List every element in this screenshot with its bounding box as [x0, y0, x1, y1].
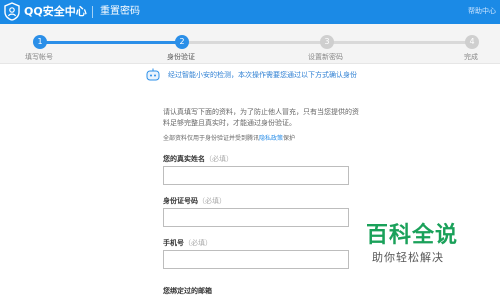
step-track-1	[40, 41, 182, 44]
step-1-circle: 1	[33, 35, 47, 49]
phone-input[interactable]	[163, 250, 349, 269]
watermark-main-text: 百科全说	[366, 223, 459, 248]
header-divider	[92, 6, 93, 18]
privacy-note: 全部资料仅用于身份验证并受到腾讯隐私政策保护	[163, 134, 295, 143]
id-number-input[interactable]	[163, 208, 349, 227]
phone-label-text: 手机号	[163, 239, 184, 247]
step-track-3	[327, 41, 472, 44]
step-4-circle: 4	[465, 35, 479, 49]
email-label: 您绑定过的邮箱	[163, 287, 212, 295]
step-1-label: 填写帐号	[25, 53, 53, 61]
app-title: QQ安全中心	[24, 5, 87, 18]
watermark-sub-text: 助你轻松解决	[372, 251, 444, 264]
watermark: 百科全说 助你轻松解决	[366, 223, 462, 271]
real-name-required-hint: （必填）	[205, 155, 233, 163]
progress-steps: 1 2 3 4 填写帐号 身份验证 设置新密码 完成	[0, 24, 500, 64]
notice-text: 经过智能小安的检测，本次操作需要您通过以下方式确认身份	[168, 71, 357, 79]
id-number-label: 身份证号码（必填）	[163, 196, 226, 206]
privacy-prefix: 全部资料仅用于身份验证并受到腾讯	[163, 135, 260, 142]
shield-logo-icon	[4, 2, 20, 21]
real-name-label: 您的真实姓名（必填）	[163, 154, 233, 164]
real-name-label-text: 您的真实姓名	[163, 155, 205, 163]
id-number-label-text: 身份证号码	[163, 197, 198, 205]
top-header: QQ安全中心 重置密码 帮助中心	[0, 0, 500, 24]
step-2-circle: 2	[175, 35, 189, 49]
phone-required-hint: （必填）	[184, 239, 212, 247]
id-number-required-hint: （必填）	[198, 197, 226, 205]
page-title: 重置密码	[100, 6, 140, 17]
privacy-policy-link[interactable]: 隐私政策	[259, 135, 283, 142]
step-2-label: 身份验证	[167, 53, 195, 61]
help-center-link[interactable]: 帮助中心	[468, 6, 496, 16]
robot-icon	[146, 68, 160, 81]
privacy-suffix: 保护	[283, 135, 296, 142]
form-intro: 请认真填写下面的资料，为了防止他人冒充，只有当您提供的资料足够完整且真实时，才能…	[163, 108, 359, 127]
phone-label: 手机号（必填）	[163, 238, 212, 248]
step-track-2	[182, 41, 327, 44]
step-4-label: 完成	[464, 53, 478, 61]
real-name-input[interactable]	[163, 166, 349, 185]
step-3-label: 设置新密码	[308, 53, 343, 61]
step-3-circle: 3	[320, 35, 334, 49]
